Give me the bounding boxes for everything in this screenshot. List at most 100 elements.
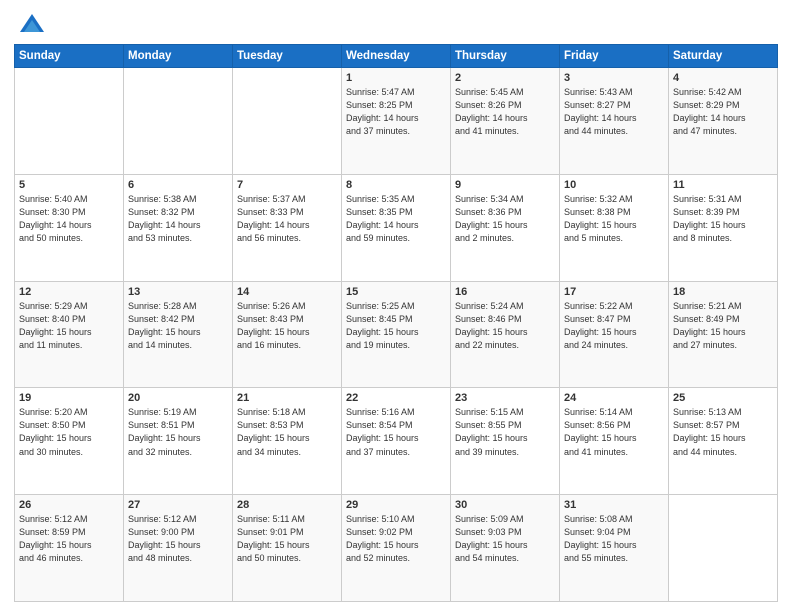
day-number: 8 <box>346 179 446 191</box>
day-info: Sunrise: 5:22 AM Sunset: 8:47 PM Dayligh… <box>564 300 664 352</box>
calendar-cell: 1Sunrise: 5:47 AM Sunset: 8:25 PM Daylig… <box>342 68 451 175</box>
calendar-cell: 20 Sunrise: 5:19 AM Sunset: 8:51 PM Dayli… <box>124 388 233 495</box>
day-number: 21 <box>237 392 337 404</box>
day-number: 9 <box>455 179 555 191</box>
day-number: 31 <box>564 499 664 511</box>
day-info: Sunrise: 5:16 AM Sunset: 8:54 PM Dayligh… <box>346 406 446 458</box>
day-info: Sunrise: 5:43 AM Sunset: 8:27 PM Dayligh… <box>564 86 664 138</box>
calendar-cell: 21 Sunrise: 5:18 AM Sunset: 8:53 PM Dayli… <box>233 388 342 495</box>
day-number: 18 <box>673 286 773 298</box>
weekday-header-saturday: Saturday <box>669 45 778 68</box>
day-number: 5 <box>19 179 119 191</box>
calendar-cell: 16 Sunrise: 5:24 AM Sunset: 8:46 PM Dayli… <box>451 281 560 388</box>
day-info: Sunrise: 5:34 AM Sunset: 8:36 PM Dayligh… <box>455 193 555 245</box>
day-info: Sunrise: 5:24 AM Sunset: 8:46 PM Dayligh… <box>455 300 555 352</box>
weekday-header-monday: Monday <box>124 45 233 68</box>
calendar-cell: 24 Sunrise: 5:14 AM Sunset: 8:56 PM Dayli… <box>560 388 669 495</box>
calendar-cell <box>233 68 342 175</box>
day-info: Sunrise: 5:11 AM Sunset: 9:01 PM Dayligh… <box>237 513 337 565</box>
day-number: 25 <box>673 392 773 404</box>
calendar-cell: 31 Sunrise: 5:08 AM Sunset: 9:04 PM Dayli… <box>560 495 669 602</box>
day-info: Sunrise: 5:18 AM Sunset: 8:53 PM Dayligh… <box>237 406 337 458</box>
day-info: Sunrise: 5:26 AM Sunset: 8:43 PM Dayligh… <box>237 300 337 352</box>
calendar-week-5: 26 Sunrise: 5:12 AM Sunset: 8:59 PM Dayli… <box>15 495 778 602</box>
day-info: Sunrise: 5:42 AM Sunset: 8:29 PM Dayligh… <box>673 86 773 138</box>
day-number: 6 <box>128 179 228 191</box>
day-number: 10 <box>564 179 664 191</box>
day-number: 12 <box>19 286 119 298</box>
day-info: Sunrise: 5:31 AM Sunset: 8:39 PM Dayligh… <box>673 193 773 245</box>
calendar-cell: 12Sunrise: 5:29 AM Sunset: 8:40 PM Dayli… <box>15 281 124 388</box>
calendar-table: SundayMondayTuesdayWednesdayThursdayFrid… <box>14 44 778 602</box>
day-info: Sunrise: 5:15 AM Sunset: 8:55 PM Dayligh… <box>455 406 555 458</box>
day-info: Sunrise: 5:32 AM Sunset: 8:38 PM Dayligh… <box>564 193 664 245</box>
day-info: Sunrise: 5:19 AM Sunset: 8:51 PM Dayligh… <box>128 406 228 458</box>
day-info: Sunrise: 5:35 AM Sunset: 8:35 PM Dayligh… <box>346 193 446 245</box>
calendar-cell: 10 Sunrise: 5:32 AM Sunset: 8:38 PM Dayli… <box>560 174 669 281</box>
day-info: Sunrise: 5:20 AM Sunset: 8:50 PM Dayligh… <box>19 406 119 458</box>
calendar-cell: 6 Sunrise: 5:38 AM Sunset: 8:32 PM Daylig… <box>124 174 233 281</box>
calendar-cell: 3 Sunrise: 5:43 AM Sunset: 8:27 PM Daylig… <box>560 68 669 175</box>
day-number: 30 <box>455 499 555 511</box>
day-number: 24 <box>564 392 664 404</box>
day-number: 7 <box>237 179 337 191</box>
day-number: 13 <box>128 286 228 298</box>
calendar-week-1: 1Sunrise: 5:47 AM Sunset: 8:25 PM Daylig… <box>15 68 778 175</box>
calendar-cell: 14 Sunrise: 5:26 AM Sunset: 8:43 PM Dayli… <box>233 281 342 388</box>
day-info: Sunrise: 5:10 AM Sunset: 9:02 PM Dayligh… <box>346 513 446 565</box>
header <box>14 10 778 38</box>
day-number: 11 <box>673 179 773 191</box>
calendar-cell: 4Sunrise: 5:42 AM Sunset: 8:29 PM Daylig… <box>669 68 778 175</box>
day-info: Sunrise: 5:28 AM Sunset: 8:42 PM Dayligh… <box>128 300 228 352</box>
calendar-cell: 18 Sunrise: 5:21 AM Sunset: 8:49 PM Dayli… <box>669 281 778 388</box>
calendar-cell <box>669 495 778 602</box>
day-info: Sunrise: 5:25 AM Sunset: 8:45 PM Dayligh… <box>346 300 446 352</box>
day-info: Sunrise: 5:14 AM Sunset: 8:56 PM Dayligh… <box>564 406 664 458</box>
calendar-cell: 2 Sunrise: 5:45 AM Sunset: 8:26 PM Daylig… <box>451 68 560 175</box>
logo <box>14 10 46 38</box>
day-number: 23 <box>455 392 555 404</box>
day-number: 2 <box>455 72 555 84</box>
day-number: 1 <box>346 72 446 84</box>
calendar-cell: 15 Sunrise: 5:25 AM Sunset: 8:45 PM Dayli… <box>342 281 451 388</box>
calendar-cell: 22 Sunrise: 5:16 AM Sunset: 8:54 PM Dayli… <box>342 388 451 495</box>
day-number: 16 <box>455 286 555 298</box>
day-info: Sunrise: 5:12 AM Sunset: 8:59 PM Dayligh… <box>19 513 119 565</box>
day-info: Sunrise: 5:21 AM Sunset: 8:49 PM Dayligh… <box>673 300 773 352</box>
calendar-cell: 5Sunrise: 5:40 AM Sunset: 8:30 PM Daylig… <box>15 174 124 281</box>
day-info: Sunrise: 5:37 AM Sunset: 8:33 PM Dayligh… <box>237 193 337 245</box>
calendar-cell <box>124 68 233 175</box>
weekday-header-friday: Friday <box>560 45 669 68</box>
calendar-cell: 28 Sunrise: 5:11 AM Sunset: 9:01 PM Dayli… <box>233 495 342 602</box>
weekday-header-row: SundayMondayTuesdayWednesdayThursdayFrid… <box>15 45 778 68</box>
day-number: 14 <box>237 286 337 298</box>
day-number: 27 <box>128 499 228 511</box>
weekday-header-wednesday: Wednesday <box>342 45 451 68</box>
day-number: 20 <box>128 392 228 404</box>
day-info: Sunrise: 5:38 AM Sunset: 8:32 PM Dayligh… <box>128 193 228 245</box>
logo-icon <box>18 10 46 38</box>
day-number: 29 <box>346 499 446 511</box>
day-number: 28 <box>237 499 337 511</box>
day-info: Sunrise: 5:12 AM Sunset: 9:00 PM Dayligh… <box>128 513 228 565</box>
day-info: Sunrise: 5:09 AM Sunset: 9:03 PM Dayligh… <box>455 513 555 565</box>
day-info: Sunrise: 5:08 AM Sunset: 9:04 PM Dayligh… <box>564 513 664 565</box>
calendar-cell: 26 Sunrise: 5:12 AM Sunset: 8:59 PM Dayli… <box>15 495 124 602</box>
calendar-cell: 17Sunrise: 5:22 AM Sunset: 8:47 PM Dayli… <box>560 281 669 388</box>
calendar-week-2: 5Sunrise: 5:40 AM Sunset: 8:30 PM Daylig… <box>15 174 778 281</box>
calendar-cell: 27 Sunrise: 5:12 AM Sunset: 9:00 PM Dayli… <box>124 495 233 602</box>
day-number: 26 <box>19 499 119 511</box>
calendar-cell <box>15 68 124 175</box>
day-number: 22 <box>346 392 446 404</box>
calendar-cell: 25Sunrise: 5:13 AM Sunset: 8:57 PM Dayli… <box>669 388 778 495</box>
weekday-header-tuesday: Tuesday <box>233 45 342 68</box>
day-number: 15 <box>346 286 446 298</box>
calendar-week-4: 19Sunrise: 5:20 AM Sunset: 8:50 PM Dayli… <box>15 388 778 495</box>
weekday-header-thursday: Thursday <box>451 45 560 68</box>
calendar-cell: 29 Sunrise: 5:10 AM Sunset: 9:02 PM Dayli… <box>342 495 451 602</box>
calendar-week-3: 12Sunrise: 5:29 AM Sunset: 8:40 PM Dayli… <box>15 281 778 388</box>
calendar-cell: 30 Sunrise: 5:09 AM Sunset: 9:03 PM Dayli… <box>451 495 560 602</box>
calendar-cell: 23 Sunrise: 5:15 AM Sunset: 8:55 PM Dayli… <box>451 388 560 495</box>
day-info: Sunrise: 5:45 AM Sunset: 8:26 PM Dayligh… <box>455 86 555 138</box>
day-number: 3 <box>564 72 664 84</box>
